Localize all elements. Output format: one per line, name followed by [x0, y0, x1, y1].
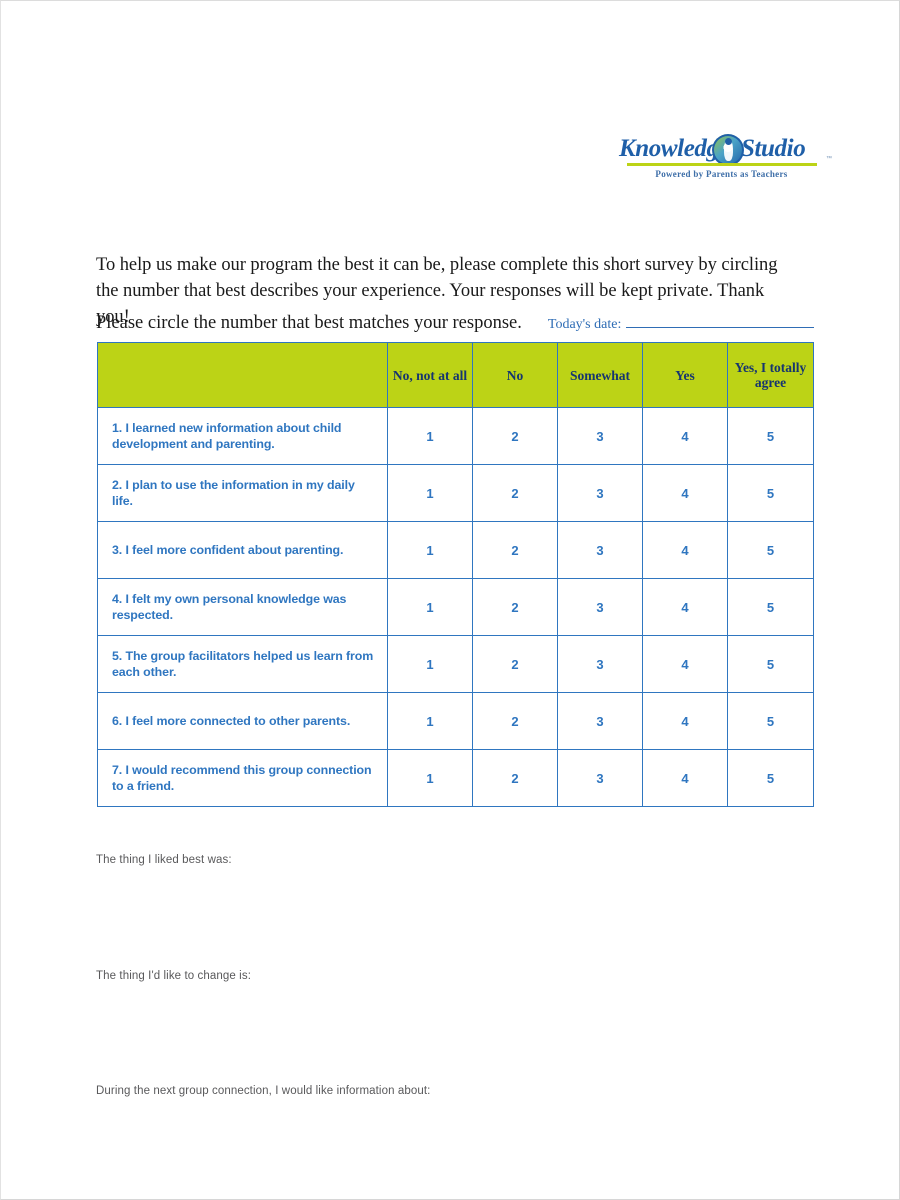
question-number-4: 4. — [112, 592, 123, 606]
date-field-group[interactable]: Today's date: — [548, 316, 814, 333]
question-cell-2: 2. I plan to use the information in my d… — [97, 464, 388, 522]
rating-option-3-1[interactable]: 1 — [387, 521, 473, 579]
logo-word-studio: Studio — [741, 135, 806, 162]
header-question-column — [97, 342, 388, 408]
rating-option-2-5[interactable]: 5 — [727, 464, 814, 522]
logo: Knowledge Studio ™ Powered by Parents as… — [619, 133, 832, 189]
survey-page: Knowledge Studio ™ Powered by Parents as… — [0, 0, 900, 1200]
question-text-4: I felt my own personal knowledge was res… — [112, 592, 347, 622]
rating-option-7-2[interactable]: 2 — [472, 749, 558, 807]
header-row: No, not at all No Somewhat Yes Yes, I to… — [97, 342, 814, 408]
header-col-no-not-at-all: No, not at all — [387, 342, 473, 408]
rating-option-6-3[interactable]: 3 — [557, 692, 643, 750]
rating-option-1-2[interactable]: 2 — [472, 407, 558, 465]
question-number-5: 5. — [112, 649, 123, 663]
table-row: 4. I felt my own personal knowledge was … — [97, 578, 814, 636]
rating-option-2-4[interactable]: 4 — [642, 464, 728, 522]
rating-option-4-4[interactable]: 4 — [642, 578, 728, 636]
subhead-row: Please circle the number that best match… — [96, 313, 814, 334]
rating-option-2-3[interactable]: 3 — [557, 464, 643, 522]
header-col-yes-i-totally-agree: Yes, I totally agree — [727, 342, 814, 408]
header-col-yes: Yes — [642, 342, 728, 408]
table-row: 6. I feel more connected to other parent… — [97, 692, 814, 750]
table-row: 2. I plan to use the information in my d… — [97, 464, 814, 522]
rating-option-2-2[interactable]: 2 — [472, 464, 558, 522]
header-col-somewhat: Somewhat — [557, 342, 643, 408]
rating-option-5-3[interactable]: 3 — [557, 635, 643, 693]
question-text-1: I learned new information about child de… — [112, 421, 342, 451]
rating-option-3-2[interactable]: 2 — [472, 521, 558, 579]
rating-option-6-2[interactable]: 2 — [472, 692, 558, 750]
logo-underline-rule — [627, 163, 817, 166]
rating-option-5-2[interactable]: 2 — [472, 635, 558, 693]
rating-option-5-4[interactable]: 4 — [642, 635, 728, 693]
rating-option-4-3[interactable]: 3 — [557, 578, 643, 636]
rating-option-5-5[interactable]: 5 — [727, 635, 814, 693]
rating-option-6-5[interactable]: 5 — [727, 692, 814, 750]
knowledge-studio-emblem-icon — [712, 134, 744, 166]
rating-option-3-4[interactable]: 4 — [642, 521, 728, 579]
question-text-2: I plan to use the information in my dail… — [112, 478, 355, 508]
trademark-symbol: ™ — [826, 156, 832, 162]
question-number-6: 6. — [112, 714, 123, 728]
survey-table-head: No, not at all No Somewhat Yes Yes, I to… — [97, 342, 814, 408]
open-ended-prompt-liked-best: The thing I liked best was: — [96, 854, 232, 866]
open-ended-prompt-next-connection: During the next group connection, I woul… — [96, 1085, 431, 1097]
rating-option-7-4[interactable]: 4 — [642, 749, 728, 807]
rating-option-7-5[interactable]: 5 — [727, 749, 814, 807]
table-row: 5. The group facilitators helped us lear… — [97, 635, 814, 693]
question-number-1: 1. — [112, 421, 123, 435]
rating-option-3-3[interactable]: 3 — [557, 521, 643, 579]
survey-table: No, not at all No Somewhat Yes Yes, I to… — [97, 342, 814, 807]
rating-option-4-2[interactable]: 2 — [472, 578, 558, 636]
open-ended-prompt-like-to-change: The thing I'd like to change is: — [96, 970, 251, 982]
survey-table-body: 1. I learned new information about child… — [97, 407, 814, 807]
rating-option-1-5[interactable]: 5 — [727, 407, 814, 465]
rating-option-7-3[interactable]: 3 — [557, 749, 643, 807]
date-label: Today's date: — [547, 317, 622, 332]
rating-option-6-4[interactable]: 4 — [642, 692, 728, 750]
question-number-2: 2. — [112, 478, 123, 492]
question-number-3: 3. — [112, 543, 123, 557]
question-cell-7: 7. I would recommend this group connecti… — [97, 749, 388, 807]
question-text-5: The group facilitators helped us learn f… — [112, 649, 374, 679]
rating-option-4-1[interactable]: 1 — [387, 578, 473, 636]
question-text-7: I would recommend this group connection … — [112, 763, 372, 793]
question-cell-4: 4. I felt my own personal knowledge was … — [97, 578, 388, 636]
date-input-line[interactable] — [626, 316, 814, 328]
question-text-3: I feel more confident about parenting. — [125, 543, 344, 557]
logo-tagline: Powered by Parents as Teachers — [655, 169, 788, 179]
rating-option-1-3[interactable]: 3 — [557, 407, 643, 465]
table-row: 3. I feel more confident about parenting… — [97, 521, 814, 579]
logo-wordmark: Knowledge Studio ™ — [619, 133, 832, 169]
emblem-head-icon — [724, 138, 732, 145]
instruction-subhead: Please circle the number that best match… — [96, 313, 522, 333]
rating-option-7-1[interactable]: 1 — [387, 749, 473, 807]
question-cell-6: 6. I feel more connected to other parent… — [97, 692, 388, 750]
rating-option-6-1[interactable]: 1 — [387, 692, 473, 750]
rating-option-5-1[interactable]: 1 — [387, 635, 473, 693]
rating-option-1-1[interactable]: 1 — [387, 407, 473, 465]
rating-option-1-4[interactable]: 4 — [642, 407, 728, 465]
rating-option-4-5[interactable]: 5 — [727, 578, 814, 636]
question-cell-1: 1. I learned new information about child… — [97, 407, 388, 465]
question-text-6: I feel more connected to other parents. — [125, 714, 351, 728]
question-number-7: 7. — [112, 763, 123, 777]
question-cell-5: 5. The group facilitators helped us lear… — [97, 635, 388, 693]
question-cell-3: 3. I feel more confident about parenting… — [97, 521, 388, 579]
rating-option-3-5[interactable]: 5 — [727, 521, 814, 579]
table-row: 1. I learned new information about child… — [97, 407, 814, 465]
table-row: 7. I would recommend this group connecti… — [97, 749, 814, 807]
rating-option-2-1[interactable]: 1 — [387, 464, 473, 522]
header-col-no: No — [472, 342, 558, 408]
